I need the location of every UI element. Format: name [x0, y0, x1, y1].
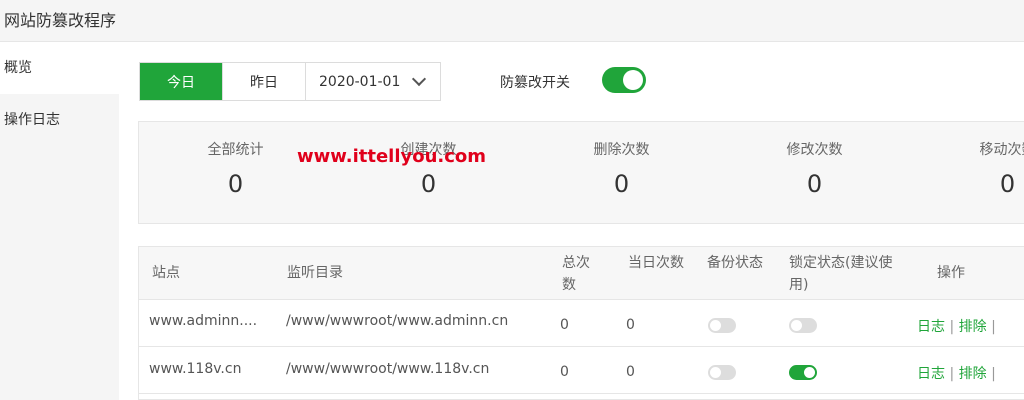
stat-value: 0	[806, 170, 823, 198]
exclude-link[interactable]: 排除	[959, 319, 987, 335]
title-bar: 网站防篡改程序	[0, 0, 1024, 42]
tamper-switch-label: 防篡改开关	[500, 75, 570, 91]
header-actions: 操作	[937, 265, 965, 281]
stat-label: 删除次数	[593, 142, 650, 158]
stat-label: 修改次数	[786, 142, 843, 158]
backup-toggle[interactable]	[708, 365, 736, 380]
lock-toggle[interactable]	[789, 365, 817, 380]
header-today: 当日次数	[628, 255, 684, 271]
stat-value: 0	[999, 170, 1016, 198]
header-directory: 监听目录	[287, 265, 343, 281]
exclude-link[interactable]: 排除	[959, 366, 987, 382]
main-panel: 今日 昨日 2020-01-01 防篡改开关 全部统计 0 创建次数 0 删除次…	[119, 42, 1024, 400]
watermark-text: www.ittellyou.com	[297, 146, 487, 167]
row-total: 0	[560, 364, 569, 380]
date-filter: 今日 昨日 2020-01-01	[139, 62, 441, 101]
table-row: www.118v.cn /www/wwwroot/www.118v.cn 0 0…	[139, 347, 1024, 394]
table-row: www.adminn.... /www/wwwroot/www.adminn.c…	[139, 300, 1024, 347]
row-today: 0	[626, 364, 635, 380]
row-actions: 日志 | 排除 |	[917, 319, 996, 335]
lock-toggle[interactable]	[789, 318, 817, 333]
toggle-knob	[623, 70, 643, 90]
chevron-down-icon	[412, 71, 427, 86]
log-link[interactable]: 日志	[917, 319, 945, 335]
yesterday-button[interactable]: 昨日	[223, 63, 306, 100]
sidebar-item-overview[interactable]: 概览	[0, 42, 119, 94]
toggle-knob	[710, 320, 721, 331]
toggle-knob	[791, 320, 802, 331]
sites-table: 站点 监听目录 总次数 当日次数 备份状态 锁定状态(建议使用) 操作 www.…	[138, 246, 1024, 400]
sidebar: 概览 操作日志	[0, 42, 119, 400]
sidebar-item-operation-log[interactable]: 操作日志	[0, 94, 119, 146]
stat-label: 移动次数	[979, 142, 1024, 158]
date-select[interactable]: 2020-01-01	[306, 63, 440, 100]
stat-value: 0	[420, 170, 437, 198]
toggle-knob	[710, 367, 721, 378]
app-title: 网站防篡改程序	[4, 11, 117, 30]
header-site: 站点	[152, 265, 180, 281]
row-site: www.118v.cn	[149, 361, 242, 377]
stat-value: 0	[227, 170, 244, 198]
stat-value: 0	[613, 170, 630, 198]
row-site: www.adminn....	[149, 313, 258, 329]
row-actions: 日志 | 排除 |	[917, 366, 996, 382]
date-value: 2020-01-01	[319, 73, 401, 90]
stats-panel: 全部统计 0 创建次数 0 删除次数 0 修改次数 0 移动次数 0	[138, 121, 1024, 224]
header-total: 总次数	[562, 255, 590, 293]
row-total: 0	[560, 317, 569, 333]
toggle-knob	[804, 367, 815, 378]
log-link[interactable]: 日志	[917, 366, 945, 382]
today-button[interactable]: 今日	[140, 63, 223, 100]
header-lock: 锁定状态(建议使用)	[789, 255, 893, 293]
row-directory: /www/wwwroot/www.118v.cn	[286, 361, 490, 377]
header-backup: 备份状态	[707, 255, 763, 271]
table-header: 站点 监听目录 总次数 当日次数 备份状态 锁定状态(建议使用) 操作	[139, 247, 1024, 300]
tamper-switch-toggle[interactable]	[602, 67, 646, 93]
backup-toggle[interactable]	[708, 318, 736, 333]
row-directory: /www/wwwroot/www.adminn.cn	[286, 313, 509, 329]
row-today: 0	[626, 317, 635, 333]
